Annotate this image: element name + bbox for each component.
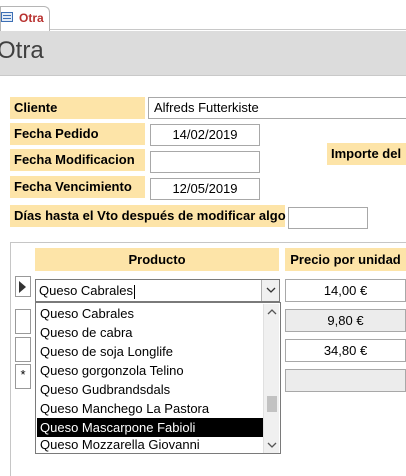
dropdown-option[interactable]: Queso Gudbrandsdals xyxy=(37,380,264,399)
precio-cell[interactable]: 9,80 € xyxy=(285,309,406,332)
scroll-up-arrow-icon[interactable] xyxy=(264,306,280,318)
scroll-down-arrow-icon[interactable] xyxy=(264,439,280,451)
cliente-label: Cliente xyxy=(10,97,145,119)
cliente-field[interactable]: Alfreds Futterkiste xyxy=(148,97,406,119)
dropdown-option[interactable]: Queso de cabra xyxy=(37,323,264,342)
chevron-down-icon xyxy=(266,287,276,293)
fecha-modificacion-label: Fecha Modificacion xyxy=(10,149,145,171)
record-selector-current[interactable] xyxy=(15,276,31,297)
dropdown-option[interactable]: Queso gorgonzola Telino xyxy=(37,361,264,380)
producto-combo[interactable]: Queso Cabrales xyxy=(35,279,280,302)
dropdown-scrollbar[interactable] xyxy=(263,304,279,453)
record-selector[interactable] xyxy=(15,337,31,362)
subform-left-border xyxy=(10,242,11,476)
dropdown-option-selected[interactable]: Queso Mascarpone Fabioli xyxy=(37,418,264,437)
producto-dropdown-list[interactable]: Queso Cabrales Queso de cabra Queso de s… xyxy=(35,302,281,454)
dropdown-option[interactable]: Queso Cabrales xyxy=(37,304,264,323)
subform-top-border xyxy=(10,242,406,243)
precio-cell[interactable]: 14,00 € xyxy=(285,279,406,302)
precio-cell[interactable]: 34,80 € xyxy=(285,339,406,362)
importe-label: Importe del xyxy=(327,143,406,165)
tab-label: Otra xyxy=(19,11,44,25)
producto-combo-value: Queso Cabrales xyxy=(39,283,133,298)
precio-cell[interactable] xyxy=(285,369,406,392)
producto-header: Producto xyxy=(35,248,279,271)
form-title: Otra xyxy=(0,37,44,64)
text-caret xyxy=(133,284,135,299)
dropdown-option[interactable]: Queso Mozzarella Giovanni xyxy=(37,437,264,453)
precio-header: Precio por unidad xyxy=(285,248,406,271)
dropdown-option[interactable]: Queso Manchego La Pastora xyxy=(37,399,264,418)
current-record-arrow-icon xyxy=(19,281,26,293)
form-header xyxy=(0,31,406,76)
fecha-vencimiento-field[interactable]: 12/05/2019 xyxy=(150,178,260,200)
record-selector[interactable] xyxy=(15,309,31,334)
fecha-vencimiento-label: Fecha Vencimiento xyxy=(10,176,145,198)
scrollbar-thumb[interactable] xyxy=(267,396,277,412)
fecha-modificacion-field[interactable] xyxy=(150,151,260,173)
fecha-pedido-label: Fecha Pedido xyxy=(10,123,145,145)
dias-label: Días hasta el Vto después de modificar a… xyxy=(10,205,286,227)
document-tab-strip xyxy=(0,0,406,30)
dropdown-option[interactable]: Queso de soja Longlife xyxy=(37,342,264,361)
dias-field[interactable] xyxy=(288,207,368,229)
fecha-pedido-field[interactable]: 14/02/2019 xyxy=(150,124,260,146)
record-selector-new[interactable]: * xyxy=(15,364,31,389)
form-icon xyxy=(1,12,13,22)
combo-dropdown-button[interactable] xyxy=(261,280,279,301)
